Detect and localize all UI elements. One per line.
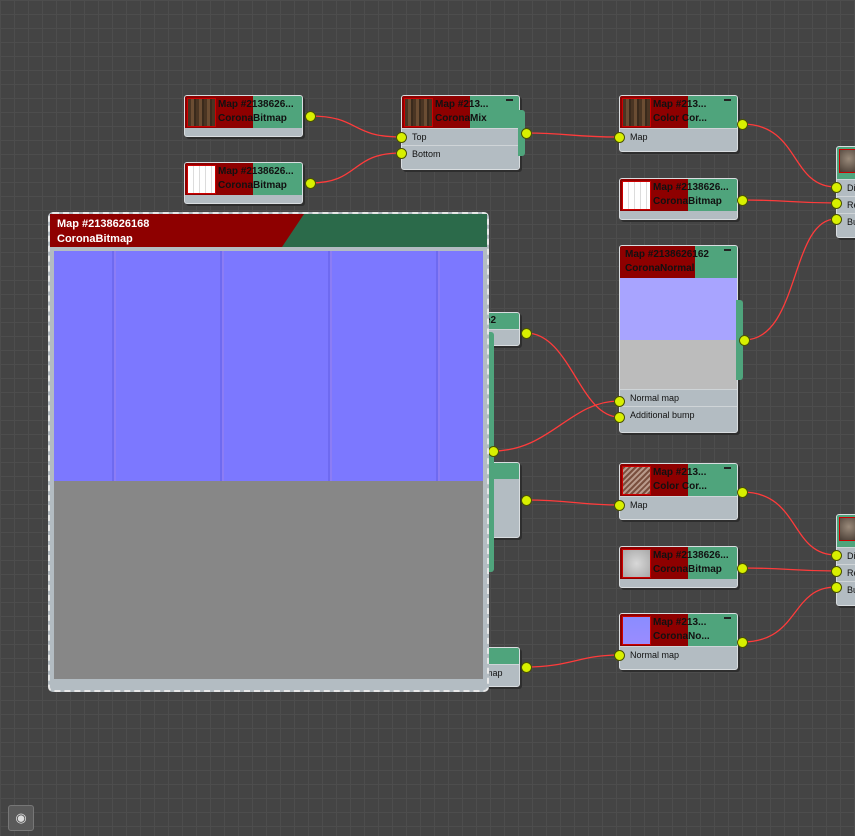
output-socket[interactable]: [737, 119, 748, 130]
node-title: Map #2138626...: [653, 550, 729, 561]
node-title: Map #2138626162: [625, 249, 709, 260]
node-white-bitmap[interactable]: Map #2138626... CoronaBitmap: [184, 162, 303, 204]
node-title: Map #2138626...: [218, 99, 294, 110]
texture-thumbnail: [187, 165, 216, 194]
minimize-icon[interactable]: [724, 249, 731, 251]
input-socket[interactable]: [614, 396, 625, 407]
node-type: CoronaMix: [435, 113, 487, 124]
node-bitmap-2[interactable]: Map #2138626... CoronaBitmap: [619, 178, 738, 220]
texture-thumbnail: [622, 181, 651, 210]
wire: [743, 218, 837, 341]
wire: [741, 123, 837, 188]
node-wood-bitmap[interactable]: Map #2138626... CoronaBitmap: [184, 95, 303, 137]
input-socket[interactable]: [396, 148, 407, 159]
output-socket[interactable]: [305, 178, 316, 189]
texture-thumbnail: [622, 549, 651, 578]
slot-normal-map[interactable]: Normal map: [620, 646, 737, 663]
node-type: CoronaBitmap: [653, 564, 722, 575]
output-socket[interactable]: [521, 495, 532, 506]
wire: [741, 199, 837, 204]
wire: [525, 132, 620, 138]
texture-thumbnail: [187, 98, 216, 127]
texture-thumbnail: [622, 466, 651, 495]
input-socket[interactable]: [831, 582, 842, 593]
material-sphere-thumbnail: [839, 517, 855, 541]
input-socket[interactable]: [614, 132, 625, 143]
node-type: CoronaBitmap: [218, 180, 287, 191]
slot-additional-bump[interactable]: Additional bump: [620, 406, 737, 423]
texture-thumbnail: [404, 98, 433, 127]
texture-thumbnail: [622, 98, 651, 127]
wire: [741, 586, 837, 643]
input-socket[interactable]: [614, 500, 625, 511]
output-socket[interactable]: [521, 128, 532, 139]
wire: [309, 115, 402, 138]
output-socket[interactable]: [737, 563, 748, 574]
wire: [525, 332, 620, 418]
bitmap-preview-node[interactable]: Map #2138626168 CoronaBitmap: [48, 212, 489, 692]
normal-preview: [620, 278, 737, 340]
preview-empty-area: [54, 481, 483, 679]
slot-bottom[interactable]: Bottom: [402, 145, 519, 162]
wire: [492, 400, 620, 452]
output-socket[interactable]: [488, 446, 499, 457]
node-title: Map #213...: [653, 467, 707, 478]
slot-top[interactable]: Top: [402, 128, 519, 145]
texture-thumbnail: [622, 616, 651, 645]
output-socket[interactable]: [521, 662, 532, 673]
node-type: Color Cor...: [653, 481, 707, 492]
output-socket[interactable]: [737, 487, 748, 498]
binoculars-icon[interactable]: ◉: [8, 805, 34, 831]
preview-type: CoronaBitmap: [57, 233, 133, 245]
wire: [309, 152, 402, 184]
slot-normal-map[interactable]: Normal map: [620, 389, 737, 406]
preview-title: Map #2138626168: [57, 218, 150, 230]
node-color-correct-1[interactable]: Map #213... Color Cor... Map: [619, 95, 738, 152]
minimize-icon[interactable]: [724, 617, 731, 619]
node-bitmap-3[interactable]: Map #2138626... CoronaBitmap: [619, 546, 738, 588]
node-title: Map #213...: [653, 617, 707, 628]
node-title: Map #213...: [653, 99, 707, 110]
output-socket[interactable]: [737, 637, 748, 648]
node-title: Map #2138626...: [218, 166, 294, 177]
input-socket[interactable]: [831, 182, 842, 193]
node-type: CoronaBitmap: [218, 113, 287, 124]
output-socket[interactable]: [305, 111, 316, 122]
wire: [741, 567, 837, 572]
wire: [525, 654, 620, 668]
slot-map[interactable]: Map: [620, 128, 737, 145]
slot-map[interactable]: Map: [620, 496, 737, 513]
input-socket[interactable]: [831, 550, 842, 561]
input-socket[interactable]: [614, 650, 625, 661]
input-socket[interactable]: [614, 412, 625, 423]
node-title: Map #2138626...: [653, 182, 729, 193]
node-editor-canvas[interactable]: Map #2138626... CoronaBitmap Map #213862…: [0, 0, 855, 836]
input-socket[interactable]: [831, 198, 842, 209]
normal-map-preview-image: [54, 251, 483, 481]
node-type: CoronaNo...: [653, 631, 710, 642]
preview-gray: [620, 340, 737, 389]
node-corona-normal-1[interactable]: Map #2138626162 CoronaNormal Normal map …: [619, 245, 738, 433]
material-sphere-thumbnail: [839, 149, 855, 173]
output-socket[interactable]: [521, 328, 532, 339]
node-corona-mix[interactable]: Map #213... CoronaMix Top Bottom: [401, 95, 520, 170]
minimize-icon[interactable]: [506, 99, 513, 101]
input-socket[interactable]: [831, 214, 842, 225]
minimize-icon[interactable]: [724, 99, 731, 101]
node-type: CoronaBitmap: [653, 196, 722, 207]
node-type: CoronaNormal: [625, 263, 695, 274]
node-type: Color Cor...: [653, 113, 707, 124]
minimize-icon[interactable]: [724, 467, 731, 469]
output-socket[interactable]: [739, 335, 750, 346]
output-socket[interactable]: [737, 195, 748, 206]
node-corona-normal-2[interactable]: Map #213... CoronaNo... Normal map: [619, 613, 738, 670]
wire: [741, 491, 837, 556]
wire: [525, 499, 620, 506]
node-title: Map #213...: [435, 99, 489, 110]
node-color-correct-2[interactable]: Map #213... Color Cor... Map: [619, 463, 738, 520]
input-socket[interactable]: [831, 566, 842, 577]
input-socket[interactable]: [396, 132, 407, 143]
